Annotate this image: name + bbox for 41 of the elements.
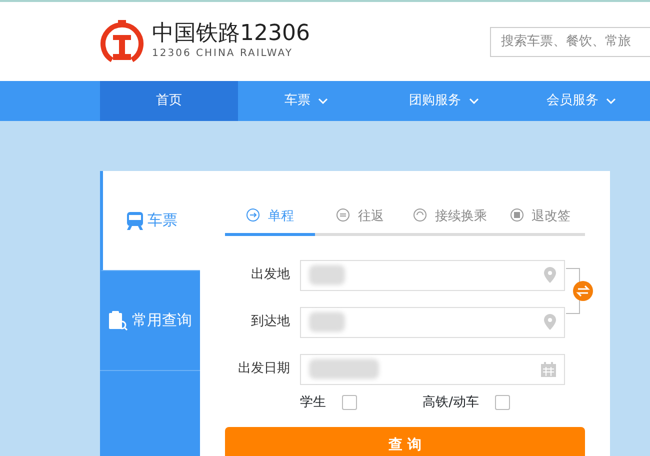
location-pin-icon (544, 267, 556, 283)
trip-tab[interactable]: 接续换乘 (405, 207, 495, 236)
search-field[interactable]: 搜索车票、餐饮、常旅 (490, 26, 650, 56)
train-icon (126, 210, 144, 230)
nav-tab[interactable]: 首页 (100, 81, 238, 121)
blurred-value (309, 312, 345, 332)
clipboard-search-icon (108, 310, 128, 330)
circle-icon (246, 208, 260, 222)
trip-tab[interactable]: 往返 (315, 207, 405, 236)
nav-tab[interactable]: 团购服务 (375, 81, 512, 121)
blurred-value (309, 265, 345, 285)
trip-tab[interactable]: 单程 (225, 207, 315, 236)
checkbox[interactable] (342, 394, 357, 410)
input-field[interactable] (300, 306, 565, 338)
field-label: 到达地 (250, 313, 291, 332)
query-button[interactable]: 查 询 (225, 427, 585, 456)
chevron-down-icon (468, 98, 479, 104)
checkbox[interactable] (495, 394, 510, 410)
circle-icon (413, 208, 427, 222)
field-label: 出发日期 (237, 360, 291, 378)
logo-subtitle: 12306 CHINA RAILWAY (152, 47, 294, 62)
trip-tab[interactable]: 退改签 (495, 207, 585, 236)
circle-icon (510, 208, 524, 222)
side-tab[interactable]: 车票 (100, 171, 200, 271)
calendar-icon (541, 362, 556, 376)
chevron-down-icon (318, 98, 328, 104)
side-tab[interactable] (100, 371, 200, 456)
chevron-down-icon (606, 98, 616, 104)
option-label: 高铁/动车 (422, 394, 479, 412)
input-field[interactable] (300, 260, 565, 290)
nav-tab[interactable]: 会员服务 (512, 81, 650, 121)
option-label: 学生 (300, 394, 326, 412)
blurred-value (309, 359, 379, 379)
circle-icon (336, 208, 350, 222)
nav-tab[interactable]: 车票 (238, 81, 375, 121)
swap-icon[interactable] (573, 280, 593, 300)
side-tab[interactable]: 常用查询 (100, 271, 200, 371)
location-pin-icon (544, 314, 556, 330)
field-label: 出发地 (250, 266, 291, 284)
logo-title: 中国铁路12306 (152, 22, 310, 46)
input-field[interactable] (300, 354, 565, 384)
